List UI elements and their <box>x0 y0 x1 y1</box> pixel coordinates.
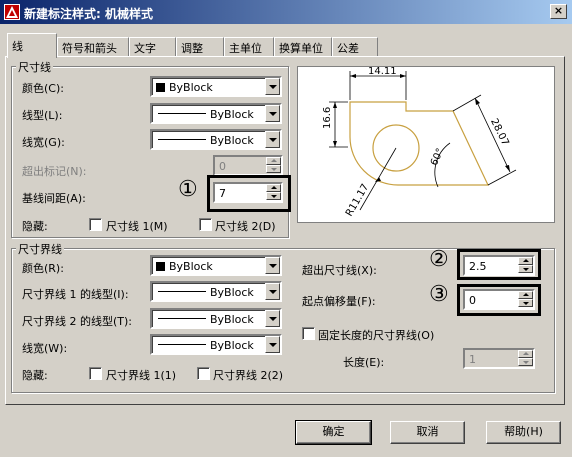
preview-dim-left: 16.6 <box>322 106 333 129</box>
dropdown-arrow-icon[interactable] <box>265 131 280 148</box>
extend-ticks-input[interactable]: 0 <box>213 155 283 176</box>
ext-lines-group-label: 尺寸界线 <box>16 241 64 257</box>
ext-suppress-label: 隐藏: <box>22 369 48 382</box>
dropdown-arrow-icon[interactable] <box>265 257 280 274</box>
tab-tolerances[interactable]: 公差 <box>332 37 378 57</box>
ext1-linetype-value: ByBlock <box>210 286 254 299</box>
preview-dim-top: 14.11 <box>368 66 397 77</box>
length-label: 长度(E): <box>343 356 385 369</box>
suppress-ext2-label: 尺寸界线 2(2) <box>213 369 284 382</box>
spin-up-icon[interactable] <box>266 184 281 192</box>
dim-lineweight-value: ByBlock <box>210 134 254 147</box>
suppress-dim1-label: 尺寸线 1(M) <box>106 220 168 233</box>
ext-lineweight-label: 线宽(W): <box>22 342 68 355</box>
dropdown-arrow-icon[interactable] <box>265 310 280 327</box>
ok-button[interactable]: 确定 <box>295 420 372 445</box>
ext-color-select[interactable]: ByBlock <box>150 255 282 276</box>
tab-fit[interactable]: 调整 <box>176 37 224 57</box>
spin-down-icon[interactable] <box>266 165 281 173</box>
dim-color-label: 颜色(C): <box>22 82 64 95</box>
dropdown-arrow-icon[interactable] <box>265 78 280 95</box>
dim-linetype-select[interactable]: ByBlock <box>150 103 282 124</box>
ext2-linetype-label: 尺寸界线 2 的线型(T): <box>22 315 132 328</box>
line-sample <box>158 113 206 114</box>
length-input[interactable]: 1 <box>463 348 535 369</box>
tab-primary-units[interactable]: 主单位 <box>224 37 274 57</box>
callout-number-2: ② <box>429 247 449 272</box>
fixed-length-checkbox[interactable] <box>302 327 315 340</box>
tab-alternate-units[interactable]: 换算单位 <box>274 37 332 57</box>
suppress-dim2-label: 尺寸线 2(D) <box>215 220 276 233</box>
color-swatch-icon <box>156 83 165 92</box>
baseline-spacing-input[interactable]: 7 <box>213 182 283 203</box>
dim-color-select[interactable]: ByBlock <box>150 76 282 97</box>
spin-down-icon[interactable] <box>266 192 281 200</box>
spin-up-icon[interactable] <box>518 350 533 358</box>
tab-symbols-arrows[interactable]: 符号和箭头 <box>57 37 129 57</box>
line-sample <box>158 139 206 140</box>
dim-lines-group-label: 尺寸线 <box>16 59 53 75</box>
autocad-logo-icon <box>4 4 20 20</box>
ext-lineweight-value: ByBlock <box>210 339 254 352</box>
line-sample <box>158 291 206 292</box>
help-button[interactable]: 帮助(H) <box>486 421 561 444</box>
dropdown-arrow-icon[interactable] <box>265 105 280 122</box>
extend-beyond-input[interactable]: 2.5 <box>463 255 535 276</box>
offset-label: 起点偏移量(F): <box>302 295 376 308</box>
suppress-ext1-label: 尺寸界线 1(1) <box>106 369 177 382</box>
ext2-linetype-value: ByBlock <box>210 313 254 326</box>
line-sample <box>158 344 206 345</box>
color-swatch-icon <box>156 262 165 271</box>
preview-pane: 14.11 16.6 28.07 60° R11.17 <box>297 66 555 223</box>
ext-color-label: 颜色(R): <box>22 262 64 275</box>
fixed-length-label: 固定长度的尺寸界线(O) <box>318 329 435 342</box>
tab-text[interactable]: 文字 <box>129 37 176 57</box>
dim-linetype-label: 线型(L): <box>22 109 63 122</box>
extend-ticks-label: 超出标记(N): <box>22 165 87 178</box>
length-value: 1 <box>469 353 476 366</box>
suppress-dim1-checkbox[interactable] <box>89 218 102 231</box>
ext-color-value: ByBlock <box>169 260 213 273</box>
baseline-spacing-value: 7 <box>219 187 226 200</box>
dim-color-value: ByBlock <box>169 81 213 94</box>
spin-up-icon[interactable] <box>518 291 533 299</box>
cancel-button[interactable]: 取消 <box>390 421 465 444</box>
offset-input[interactable]: 0 <box>463 289 535 310</box>
suppress-dim2-checkbox[interactable] <box>199 218 212 231</box>
title-bar: 新建标注样式: 机械样式 × <box>0 0 572 24</box>
line-sample <box>158 318 206 319</box>
suppress-ext1-checkbox[interactable] <box>89 367 102 380</box>
suppress-ext2-checkbox[interactable] <box>197 367 210 380</box>
extend-beyond-label: 超出尺寸线(X): <box>302 264 377 277</box>
dim-lineweight-label: 线宽(G): <box>22 136 65 149</box>
ext2-linetype-select[interactable]: ByBlock <box>150 308 282 329</box>
window-title: 新建标注样式: 机械样式 <box>24 7 153 21</box>
preview-drawing <box>329 71 517 211</box>
spin-up-icon[interactable] <box>518 257 533 265</box>
dim-suppress-label: 隐藏: <box>22 220 48 233</box>
baseline-spacing-label: 基线间距(A): <box>22 192 86 205</box>
ext-lineweight-select[interactable]: ByBlock <box>150 334 282 355</box>
spin-up-icon[interactable] <box>266 157 281 165</box>
ext1-linetype-select[interactable]: ByBlock <box>150 281 282 302</box>
spin-down-icon[interactable] <box>518 265 533 273</box>
dim-linetype-value: ByBlock <box>210 108 254 121</box>
spin-down-icon[interactable] <box>518 299 533 307</box>
ext1-linetype-label: 尺寸界线 1 的线型(I): <box>22 288 129 301</box>
offset-value: 0 <box>469 294 476 307</box>
close-button[interactable]: × <box>550 4 567 19</box>
spin-down-icon[interactable] <box>518 358 533 366</box>
extend-ticks-value: 0 <box>219 160 226 173</box>
dropdown-arrow-icon[interactable] <box>265 336 280 353</box>
extend-beyond-value: 2.5 <box>469 260 487 273</box>
tab-lines[interactable]: 线 <box>7 33 57 58</box>
callout-number-1: ① <box>178 177 198 202</box>
callout-number-3: ③ <box>429 282 449 307</box>
dim-lineweight-select[interactable]: ByBlock <box>150 129 282 150</box>
dropdown-arrow-icon[interactable] <box>265 283 280 300</box>
